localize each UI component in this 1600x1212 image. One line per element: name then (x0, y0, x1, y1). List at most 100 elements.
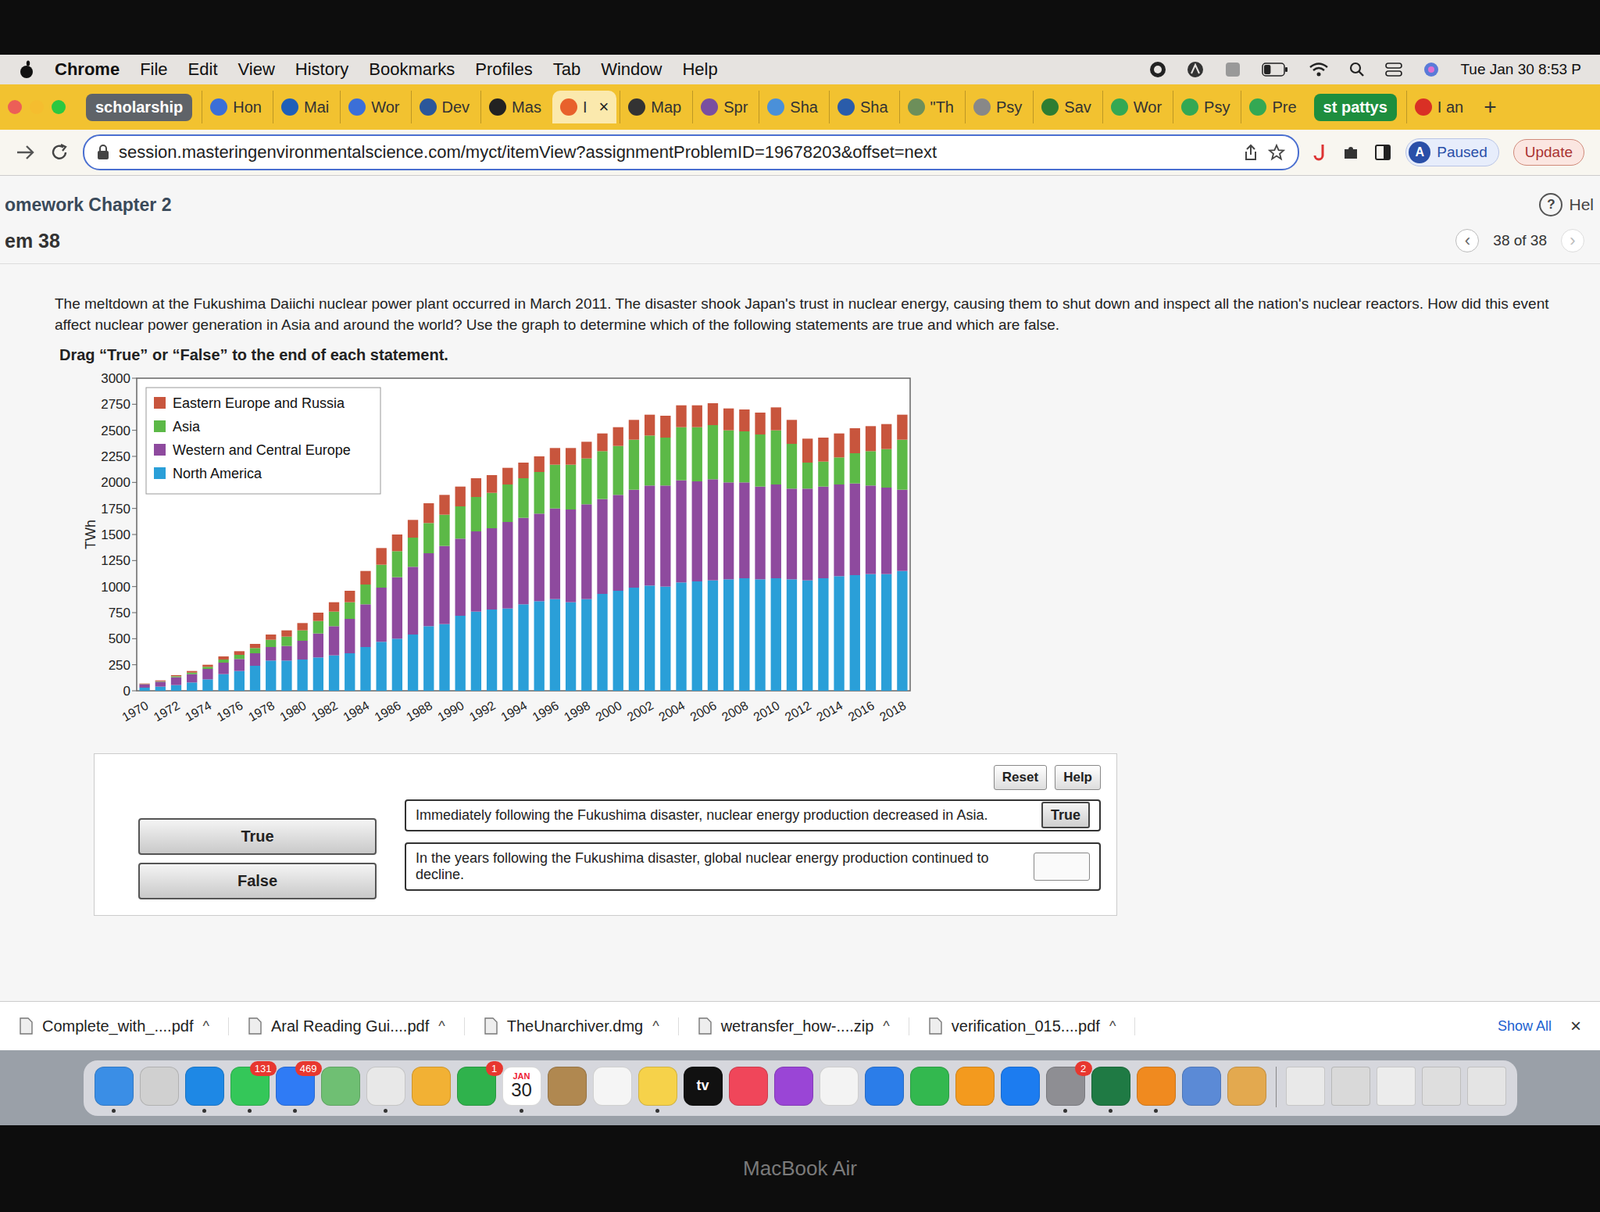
app-icon[interactable] (1224, 60, 1242, 79)
dock-item[interactable] (864, 1066, 904, 1113)
control-center-icon[interactable] (1385, 61, 1403, 78)
dock-item[interactable] (185, 1066, 225, 1113)
puzzle-icon[interactable] (1341, 142, 1361, 162)
address-field[interactable]: session.masteringenvironmentalscience.co… (82, 134, 1300, 171)
tab[interactable]: Hon (201, 90, 270, 124)
dock-item[interactable] (819, 1066, 859, 1113)
apple-icon[interactable] (18, 60, 35, 79)
tab[interactable]: I an (1406, 90, 1472, 124)
window-button[interactable] (51, 100, 66, 115)
download-item[interactable]: wetransfer_how-....zip^ (697, 1017, 910, 1036)
dock-item[interactable]: 469 (275, 1066, 315, 1113)
window-button[interactable] (7, 100, 22, 115)
dock-item[interactable]: 1 (457, 1066, 497, 1113)
menu-item[interactable]: Profiles (475, 59, 533, 80)
dock-item[interactable] (910, 1066, 950, 1113)
tab[interactable]: I× (552, 90, 617, 124)
tab[interactable]: Psy (1172, 90, 1238, 124)
tab-group-label[interactable]: scholarship (85, 93, 193, 122)
download-item[interactable]: TheUnarchiver.dmg^ (483, 1017, 679, 1036)
tab[interactable]: Psy (964, 90, 1030, 124)
download-menu[interactable]: ^ (652, 1017, 659, 1035)
adobe-icon[interactable] (1186, 60, 1204, 79)
download-menu[interactable]: ^ (438, 1017, 445, 1035)
minimized-window[interactable] (1285, 1066, 1325, 1113)
placed-answer[interactable]: True (1041, 801, 1090, 829)
tab[interactable]: Sha (828, 90, 897, 124)
star-icon[interactable] (1267, 143, 1286, 161)
download-menu[interactable]: ^ (202, 1017, 209, 1035)
tab-group-label[interactable]: st pattys (1314, 93, 1397, 122)
menu-item[interactable]: View (238, 59, 275, 80)
drop-target[interactable]: True (1041, 807, 1090, 824)
tab[interactable]: "Th (899, 90, 962, 124)
app-menu[interactable]: Chrome (54, 59, 120, 80)
minimized-window[interactable] (1467, 1066, 1507, 1113)
download-item[interactable]: verification_015....pdf^ (928, 1017, 1136, 1036)
dock-item[interactable]: 2 (1046, 1066, 1086, 1113)
profile-button[interactable]: APaused (1405, 138, 1499, 167)
dock-item[interactable] (547, 1066, 587, 1113)
next-button[interactable]: › (1560, 228, 1585, 253)
show-all-link[interactable]: Show All (1497, 1017, 1552, 1035)
dock-item[interactable] (1091, 1066, 1131, 1113)
dock-item[interactable] (638, 1066, 678, 1113)
window-button[interactable] (29, 100, 44, 115)
drag-token[interactable]: True (138, 817, 377, 855)
siri-icon[interactable] (1422, 60, 1440, 79)
tab[interactable]: Map (619, 90, 690, 124)
tab-close[interactable]: × (598, 96, 609, 118)
tab[interactable]: Wor (339, 90, 408, 124)
extension-j-icon[interactable] (1313, 142, 1328, 162)
tab[interactable]: Mai (272, 90, 337, 124)
download-item[interactable]: Complete_with_....pdf^ (18, 1017, 229, 1036)
new-tab-button[interactable]: + (1474, 94, 1506, 120)
dock-item[interactable] (1227, 1066, 1267, 1113)
tab[interactable]: Spr (692, 90, 756, 124)
download-menu[interactable]: ^ (1109, 1017, 1116, 1035)
dock-item[interactable] (1182, 1066, 1222, 1113)
previous-button[interactable]: ‹ (1455, 228, 1479, 253)
dock-item[interactable] (321, 1066, 361, 1113)
menu-item[interactable]: Window (600, 59, 662, 80)
tab[interactable]: Sav (1032, 90, 1099, 124)
clock[interactable]: Tue Jan 30 8:53 P (1460, 60, 1582, 79)
minimized-window[interactable] (1331, 1066, 1371, 1113)
minimized-window[interactable] (1376, 1066, 1416, 1113)
minimized-window[interactable] (1421, 1066, 1461, 1113)
menu-item[interactable]: File (139, 59, 168, 80)
menu-item[interactable]: History (295, 59, 349, 80)
dock-item[interactable] (411, 1066, 451, 1113)
forward-arrow-icon[interactable] (15, 143, 36, 161)
dock-item[interactable] (1000, 1066, 1040, 1113)
help-link[interactable]: ?Hel (1539, 192, 1594, 217)
help-button[interactable]: Help (1054, 764, 1101, 790)
tab[interactable]: Mas (480, 90, 550, 124)
reload-icon[interactable] (50, 142, 69, 162)
drop-target[interactable] (1033, 852, 1090, 881)
wifi-icon[interactable] (1308, 61, 1329, 78)
dock-item[interactable] (592, 1066, 633, 1113)
tab[interactable]: Dev (410, 90, 479, 124)
menu-item[interactable]: Bookmarks (368, 59, 455, 80)
close-downloads[interactable]: × (1570, 1014, 1582, 1037)
dock-item[interactable] (94, 1066, 134, 1113)
grammarly-icon[interactable] (1149, 60, 1167, 79)
dock-item[interactable] (774, 1066, 814, 1113)
dock-item[interactable] (728, 1066, 768, 1113)
sidepanel-icon[interactable] (1374, 143, 1392, 161)
dock-item[interactable] (366, 1066, 406, 1113)
menu-item[interactable]: Tab (553, 59, 581, 80)
dock-item[interactable] (955, 1066, 995, 1113)
dock-item[interactable] (1136, 1066, 1176, 1113)
dock-item[interactable]: JAN30 (502, 1066, 542, 1113)
share-icon[interactable] (1242, 143, 1259, 161)
download-menu[interactable]: ^ (882, 1017, 890, 1035)
tab[interactable]: Pre (1240, 90, 1304, 124)
tab[interactable]: Sha (758, 90, 826, 124)
download-item[interactable]: Aral Reading Gui....pdf^ (247, 1017, 465, 1036)
dock-item[interactable]: 131 (230, 1066, 270, 1113)
dock-item[interactable] (139, 1066, 179, 1113)
menu-item[interactable]: Help (682, 59, 718, 80)
update-button[interactable]: Update (1513, 139, 1585, 166)
